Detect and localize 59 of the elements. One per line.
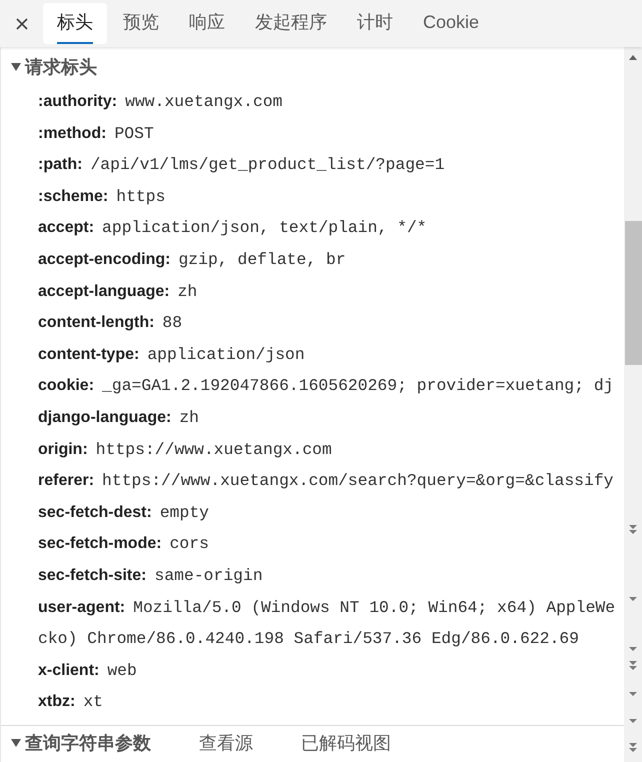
header-name: user-agent: (38, 598, 126, 616)
header-value: empty (160, 502, 209, 522)
header-name: sec-fetch-site: (38, 566, 146, 584)
header-value: https (116, 186, 166, 206)
header-value: cors (170, 534, 209, 554)
close-icon (16, 18, 28, 30)
header-name: referer: (38, 472, 94, 490)
header-value: same-origin (154, 566, 263, 585)
header-value: https://www.xuetangx.com/search?query=&org=&classify (102, 471, 614, 490)
up-arrow-icon[interactable] (629, 55, 637, 60)
header-value: zh (178, 282, 198, 301)
header-value: POST (114, 124, 154, 143)
tab[interactable]: 标头 (43, 3, 107, 44)
header-name: x-client: (38, 662, 100, 679)
header-name: accept: (38, 219, 94, 236)
header-name: cookie: (38, 377, 94, 394)
header-value: web (107, 660, 137, 680)
header-value: https://www.xuetangx.com (96, 440, 332, 459)
header-value: _ga=GA1.2.192047866.1605620269; provider=xuetang; dj (102, 376, 614, 396)
double-down-arrow-icon[interactable] (629, 743, 637, 752)
header-name: sec-fetch-mode: (38, 535, 162, 552)
double-down-arrow-icon[interactable] (629, 661, 637, 670)
header-name: accept-language: (38, 282, 170, 300)
header-name: :authority: (38, 93, 118, 110)
header-value: 88 (162, 313, 182, 332)
tab[interactable]: 计时 (343, 3, 407, 44)
header-name: xtbz: (38, 693, 76, 710)
view-mode-link[interactable]: 查看源 (199, 730, 253, 755)
view-mode-link[interactable]: 已解码视图 (301, 730, 391, 755)
header-name: content-type: (38, 346, 140, 363)
section-toggle[interactable]: 查询字符串参数 (11, 730, 151, 755)
header-name: content-length: (38, 314, 154, 332)
header-value: Mozilla/5.0 (Windows NT 10.0; Win64; x64) AppleWe (133, 598, 616, 616)
header-value: xt (83, 692, 104, 712)
section-toggle[interactable]: 请求标头 (11, 54, 97, 78)
down-arrow-icon[interactable] (629, 597, 637, 601)
header-name: origin: (38, 440, 88, 458)
scrollbar-thumb[interactable] (625, 221, 642, 365)
header-value: zh (179, 408, 200, 427)
header-name: :scheme: (38, 188, 108, 205)
header-name: :method: (38, 124, 106, 142)
header-name: sec-fetch-dest: (38, 504, 152, 521)
header-value: application/json, text/plain, */* (102, 218, 427, 238)
tab[interactable]: 预览 (109, 3, 173, 44)
header-name: django-language: (38, 408, 172, 426)
header-name: accept-encoding: (38, 250, 170, 268)
tab[interactable]: 响应 (175, 3, 239, 44)
tab[interactable]: Cookie (409, 3, 494, 44)
header-name: :path: (38, 156, 82, 174)
tab[interactable]: 发起程序 (241, 3, 341, 44)
double-down-arrow-icon[interactable] (629, 525, 637, 534)
down-arrow-icon[interactable] (629, 692, 637, 696)
down-arrow-icon[interactable] (629, 647, 637, 651)
header-value: cko) Chrome/86.0.4240.198 Safari/537.36 Edg/86.0.622.69 (38, 629, 579, 648)
down-arrow-icon[interactable] (629, 719, 637, 723)
header-value: /api/v1/lms/get_product_list/?page=1 (90, 155, 445, 174)
header-value: gzip, deflate, br (178, 250, 346, 269)
header-value: application/json (147, 344, 305, 364)
header-value: www.xuetangx.com (125, 92, 282, 111)
